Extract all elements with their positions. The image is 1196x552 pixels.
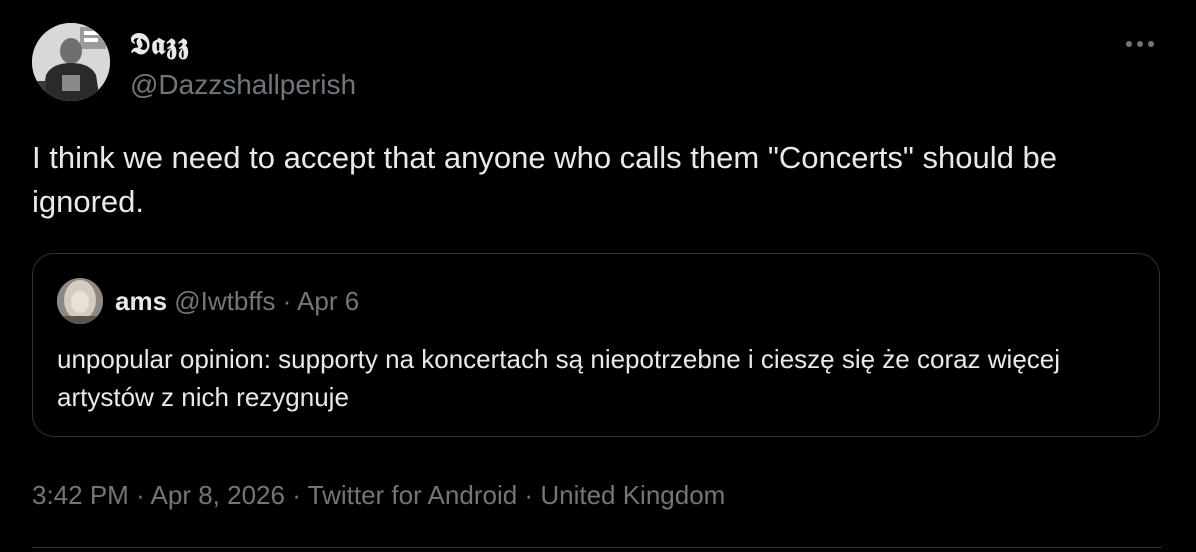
quoted-author-name[interactable]: ams [115,286,167,316]
tweet-date[interactable]: Apr 8, 2026 [151,480,285,510]
meta-separator: · [524,480,534,510]
tweet-metadata: 3:42 PM · Apr 8, 2026 · Twitter for Andr… [32,478,725,512]
author-handle[interactable]: @Dazzshallperish [130,68,356,102]
quoted-tweet-header: ams @Iwtbffs · Apr 6 [115,285,359,317]
quoted-author-handle[interactable]: @Iwtbffs [174,286,275,316]
more-options-icon [1126,41,1154,47]
quoted-tweet-card[interactable]: ams @Iwtbffs · Apr 6 unpopular opinion: … [32,253,1160,437]
quoted-tweet-text: unpopular opinion: supporty na koncertac… [57,344,1061,412]
author-display-name[interactable]: 𝕯𝖆𝖟𝖟 [130,26,190,64]
tweet-text: I think we need to accept that anyone wh… [32,140,1057,219]
quoted-author-avatar[interactable] [57,278,103,324]
tweet-source[interactable]: Twitter for Android [308,480,518,510]
meta-separator: · [292,480,301,510]
more-options-button[interactable] [1120,26,1160,62]
author-avatar[interactable] [32,23,110,101]
bottom-divider [32,547,1162,548]
tweet-time[interactable]: 3:42 PM [32,480,129,510]
author-avatar-image [32,23,110,101]
quoted-author-avatar-image [57,278,103,324]
tweet-location[interactable]: United Kingdom [540,480,725,510]
quoted-date[interactable]: Apr 6 [297,286,359,316]
quoted-separator: · [282,286,292,316]
meta-separator: · [136,480,145,510]
